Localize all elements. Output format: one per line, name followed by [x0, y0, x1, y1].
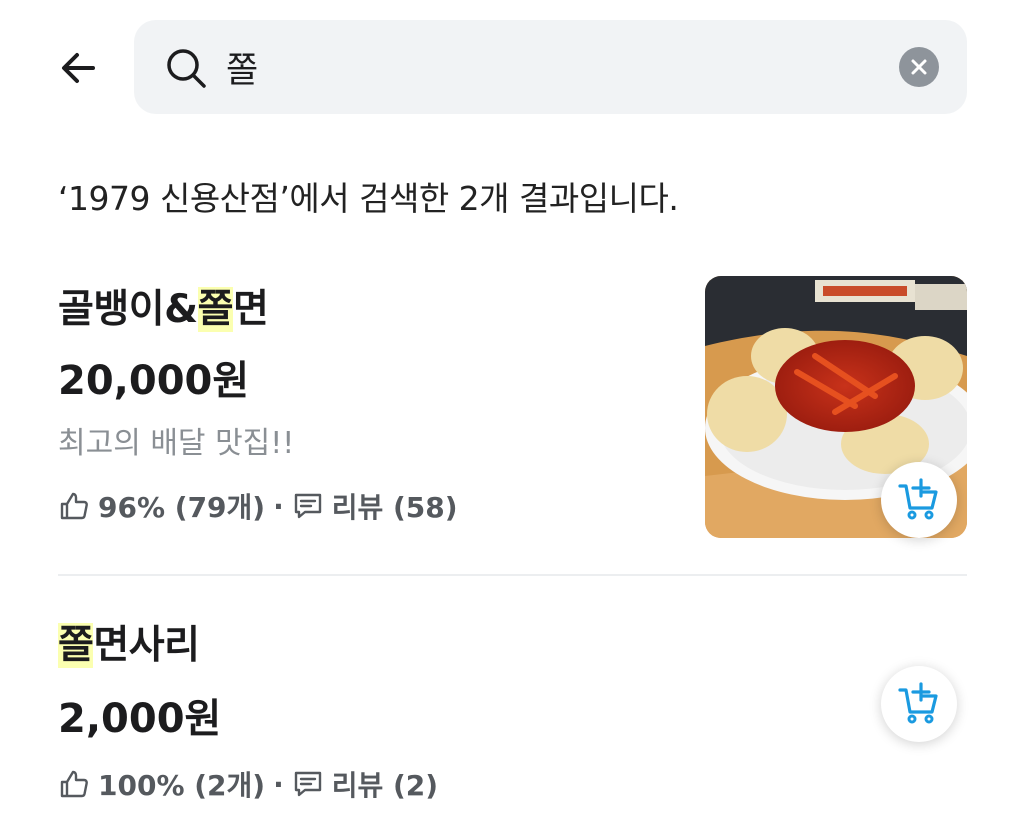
clear-search-button[interactable] — [899, 47, 939, 87]
arrow-left-icon — [62, 53, 95, 83]
search-bar[interactable] — [134, 20, 967, 114]
add-to-cart-button[interactable] — [881, 666, 957, 742]
menu-item-title: 쫄면사리 — [58, 614, 200, 670]
menu-item-description: 최고의 배달 맛집!! — [58, 426, 295, 461]
title-text: 면사리 — [93, 623, 200, 668]
cart-plus-icon — [898, 682, 938, 724]
divider — [58, 574, 967, 576]
comment-icon — [292, 490, 324, 522]
review-count: 리뷰 (58) — [331, 491, 458, 524]
rating-text: 96% (79개) — [98, 491, 266, 524]
add-to-cart-button[interactable] — [881, 462, 957, 538]
menu-item-price: 2,000원 — [58, 696, 222, 742]
comment-icon — [292, 768, 324, 800]
search-input[interactable] — [226, 40, 866, 94]
search-icon — [167, 49, 206, 88]
separator: · — [273, 489, 284, 523]
cart-plus-icon — [898, 478, 938, 520]
menu-item-title: 골뱅이&쫄면 — [58, 278, 269, 334]
menu-item-stats: 96% (79개) · 리뷰 (58) — [58, 486, 458, 526]
rating-text: 100% (2개) — [98, 769, 266, 802]
close-icon — [911, 59, 927, 75]
search-header — [0, 0, 1024, 130]
title-text: 골뱅이& — [58, 287, 198, 332]
thumbs-up-icon — [58, 490, 90, 522]
back-button[interactable] — [50, 40, 106, 96]
thumbs-up-icon — [58, 768, 90, 800]
search-highlight: 쫄 — [197, 287, 234, 332]
search-highlight: 쫄 — [58, 623, 94, 668]
menu-item-price: 20,000원 — [58, 358, 250, 404]
title-text: 면 — [233, 287, 269, 332]
review-count: 리뷰 (2) — [331, 769, 439, 802]
menu-item-stats: 100% (2개) · 리뷰 (2) — [58, 764, 438, 804]
search-result-summary: ‘1979 신용산점’에서 검색한 2개 결과입니다. — [58, 179, 679, 218]
separator: · — [273, 767, 284, 801]
